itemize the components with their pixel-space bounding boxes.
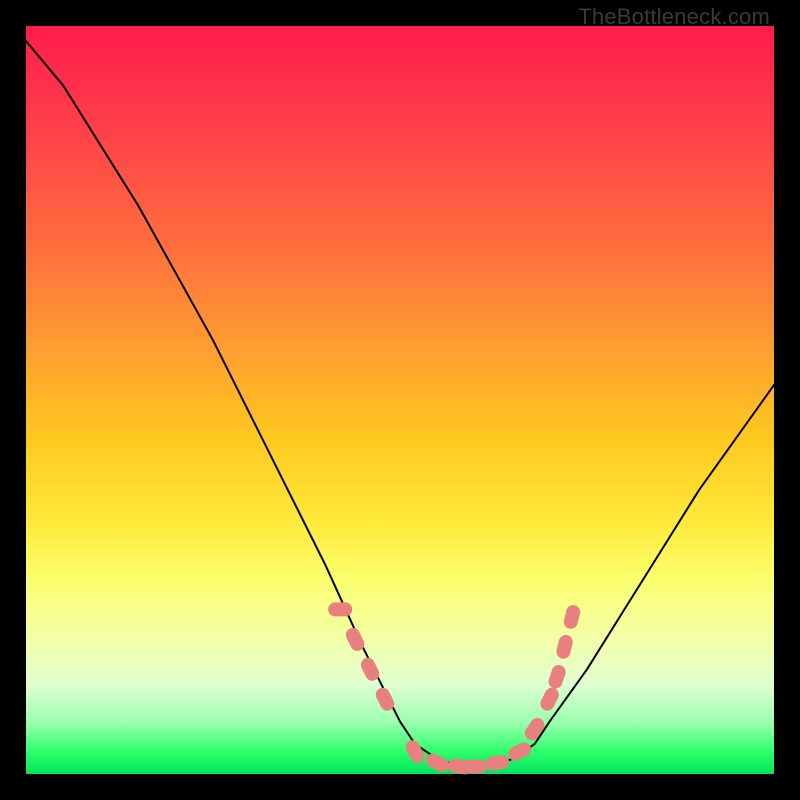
marker-point (484, 754, 510, 772)
marker-group (328, 602, 581, 775)
bottleneck-curve (26, 41, 774, 767)
marker-point (463, 760, 487, 774)
curve-svg (26, 26, 774, 774)
marker-point (403, 738, 427, 766)
watermark-text: TheBottleneck.com (578, 4, 770, 30)
chart-frame: TheBottleneck.com (0, 0, 800, 800)
plot-area (26, 26, 774, 774)
marker-point (562, 604, 581, 631)
marker-point (547, 663, 568, 690)
marker-point (522, 715, 547, 743)
marker-point (555, 633, 574, 660)
marker-point (424, 751, 452, 774)
marker-point (328, 602, 352, 616)
